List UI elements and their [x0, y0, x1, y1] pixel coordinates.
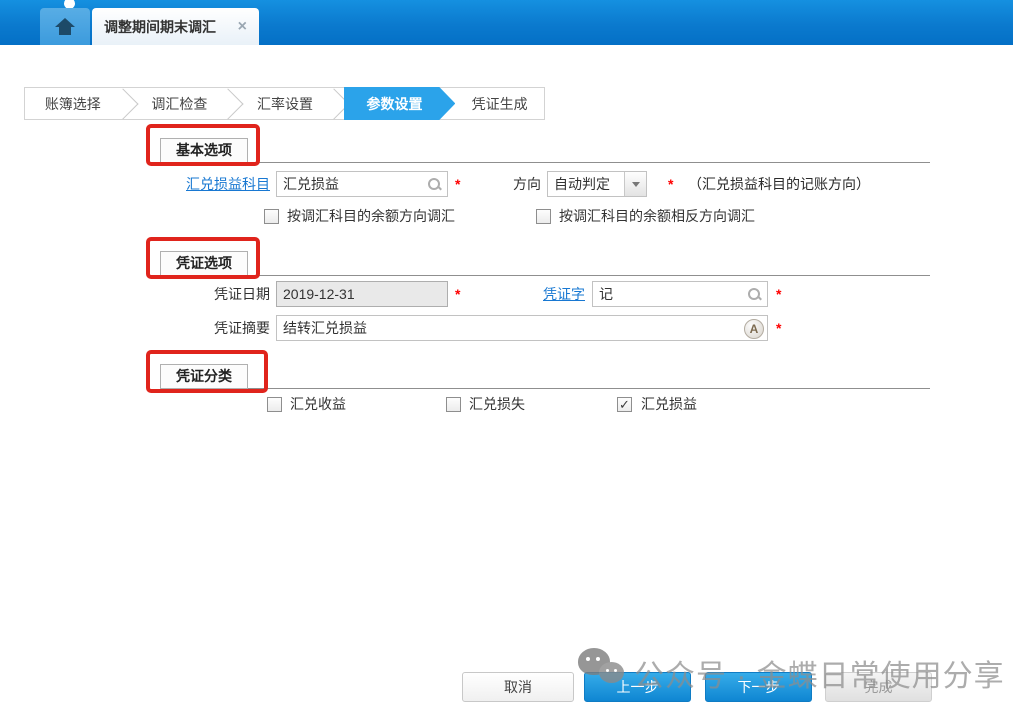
close-icon[interactable]: × [238, 19, 247, 35]
checkbox-balance-opposite[interactable] [536, 209, 551, 224]
checkbox-balance-direction[interactable] [264, 209, 279, 224]
top-navigation-bar: 调整期间期末调汇 × [0, 0, 1013, 45]
app-window: 调整期间期末调汇 × 账簿选择 调汇检查 汇率设置 参数设置 凭证生成 基本选项… [0, 0, 1013, 717]
checkbox-exchange-gain[interactable] [267, 397, 282, 412]
gain-loss-account-link[interactable]: 汇兑损益科目 [140, 171, 270, 197]
checkbox-exchange-gain-loss-checked[interactable]: ✓ [617, 397, 632, 412]
next-step-button[interactable]: 下一步 [705, 672, 812, 702]
abbreviation-helper-icon[interactable]: A [744, 319, 764, 339]
search-icon[interactable] [747, 287, 762, 302]
checkbox-exchange-loss-label: 汇兑损失 [469, 397, 525, 412]
step-parameter-settings-active[interactable]: 参数设置 [344, 87, 456, 120]
voucher-date-field-wrap [276, 281, 448, 307]
tab-title: 调整期间期末调汇 [104, 17, 216, 37]
section-divider [160, 275, 930, 276]
section-voucher-options: 凭证选项 [160, 251, 930, 277]
voucher-summary-label: 凭证摘要 [140, 315, 270, 341]
direction-select-value: 自动判定 [548, 172, 624, 196]
section-divider [160, 162, 930, 163]
section-basic-options: 基本选项 [160, 138, 930, 164]
direction-label: 方向 [475, 171, 541, 197]
finish-button-disabled[interactable]: 完成 [825, 672, 932, 702]
section-voucher-options-title: 凭证选项 [160, 251, 248, 276]
required-marker: * [455, 171, 460, 197]
chevron-separator-icon [121, 88, 133, 119]
chevron-down-icon [632, 182, 640, 187]
voucher-summary-input[interactable] [277, 316, 767, 340]
required-marker: * [776, 281, 781, 307]
cancel-button[interactable]: 取消 [462, 672, 574, 702]
tab-adjust-period-exchange[interactable]: 调整期间期末调汇 × [92, 8, 259, 45]
direction-note: （汇兑损益科目的记账方向） [688, 171, 870, 197]
section-basic-options-title: 基本选项 [160, 138, 248, 163]
required-marker: * [668, 171, 673, 197]
checkbox-balance-direction-label: 按调汇科目的余额方向调汇 [287, 209, 455, 224]
chevron-separator-icon [332, 88, 344, 119]
checkbox-exchange-loss[interactable] [446, 397, 461, 412]
section-voucher-classification-title: 凭证分类 [160, 364, 248, 389]
section-divider [160, 388, 930, 389]
voucher-date-label: 凭证日期 [140, 281, 270, 307]
checkbox-exchange-gain-loss-label: 汇兑损益 [641, 397, 697, 412]
chevron-separator-icon [226, 88, 238, 119]
chat-bubble-icon [578, 648, 610, 675]
direction-select[interactable]: 自动判定 [547, 171, 647, 197]
step-voucher-generation[interactable]: 凭证生成 [455, 88, 544, 119]
gain-loss-account-field-wrap [276, 171, 448, 197]
voucher-word-input[interactable] [593, 282, 767, 306]
dropdown-button[interactable] [624, 172, 646, 196]
checkbox-balance-opposite-label: 按调汇科目的余额相反方向调汇 [559, 209, 755, 224]
voucher-word-field-wrap [592, 281, 768, 307]
home-tab[interactable] [40, 8, 90, 45]
voucher-summary-field-wrap: A [276, 315, 768, 341]
previous-step-button[interactable]: 上一步 [584, 672, 691, 702]
voucher-date-input[interactable] [277, 282, 447, 306]
required-marker: * [776, 315, 781, 341]
voucher-word-link[interactable]: 凭证字 [470, 281, 585, 307]
required-marker: * [455, 281, 460, 307]
home-icon [55, 18, 75, 35]
search-icon[interactable] [427, 177, 442, 192]
section-voucher-classification: 凭证分类 [160, 364, 930, 390]
gain-loss-account-input[interactable] [277, 172, 447, 196]
wizard-steps: 账簿选择 调汇检查 汇率设置 参数设置 凭证生成 [24, 87, 545, 120]
checkbox-exchange-gain-label: 汇兑收益 [290, 397, 346, 412]
